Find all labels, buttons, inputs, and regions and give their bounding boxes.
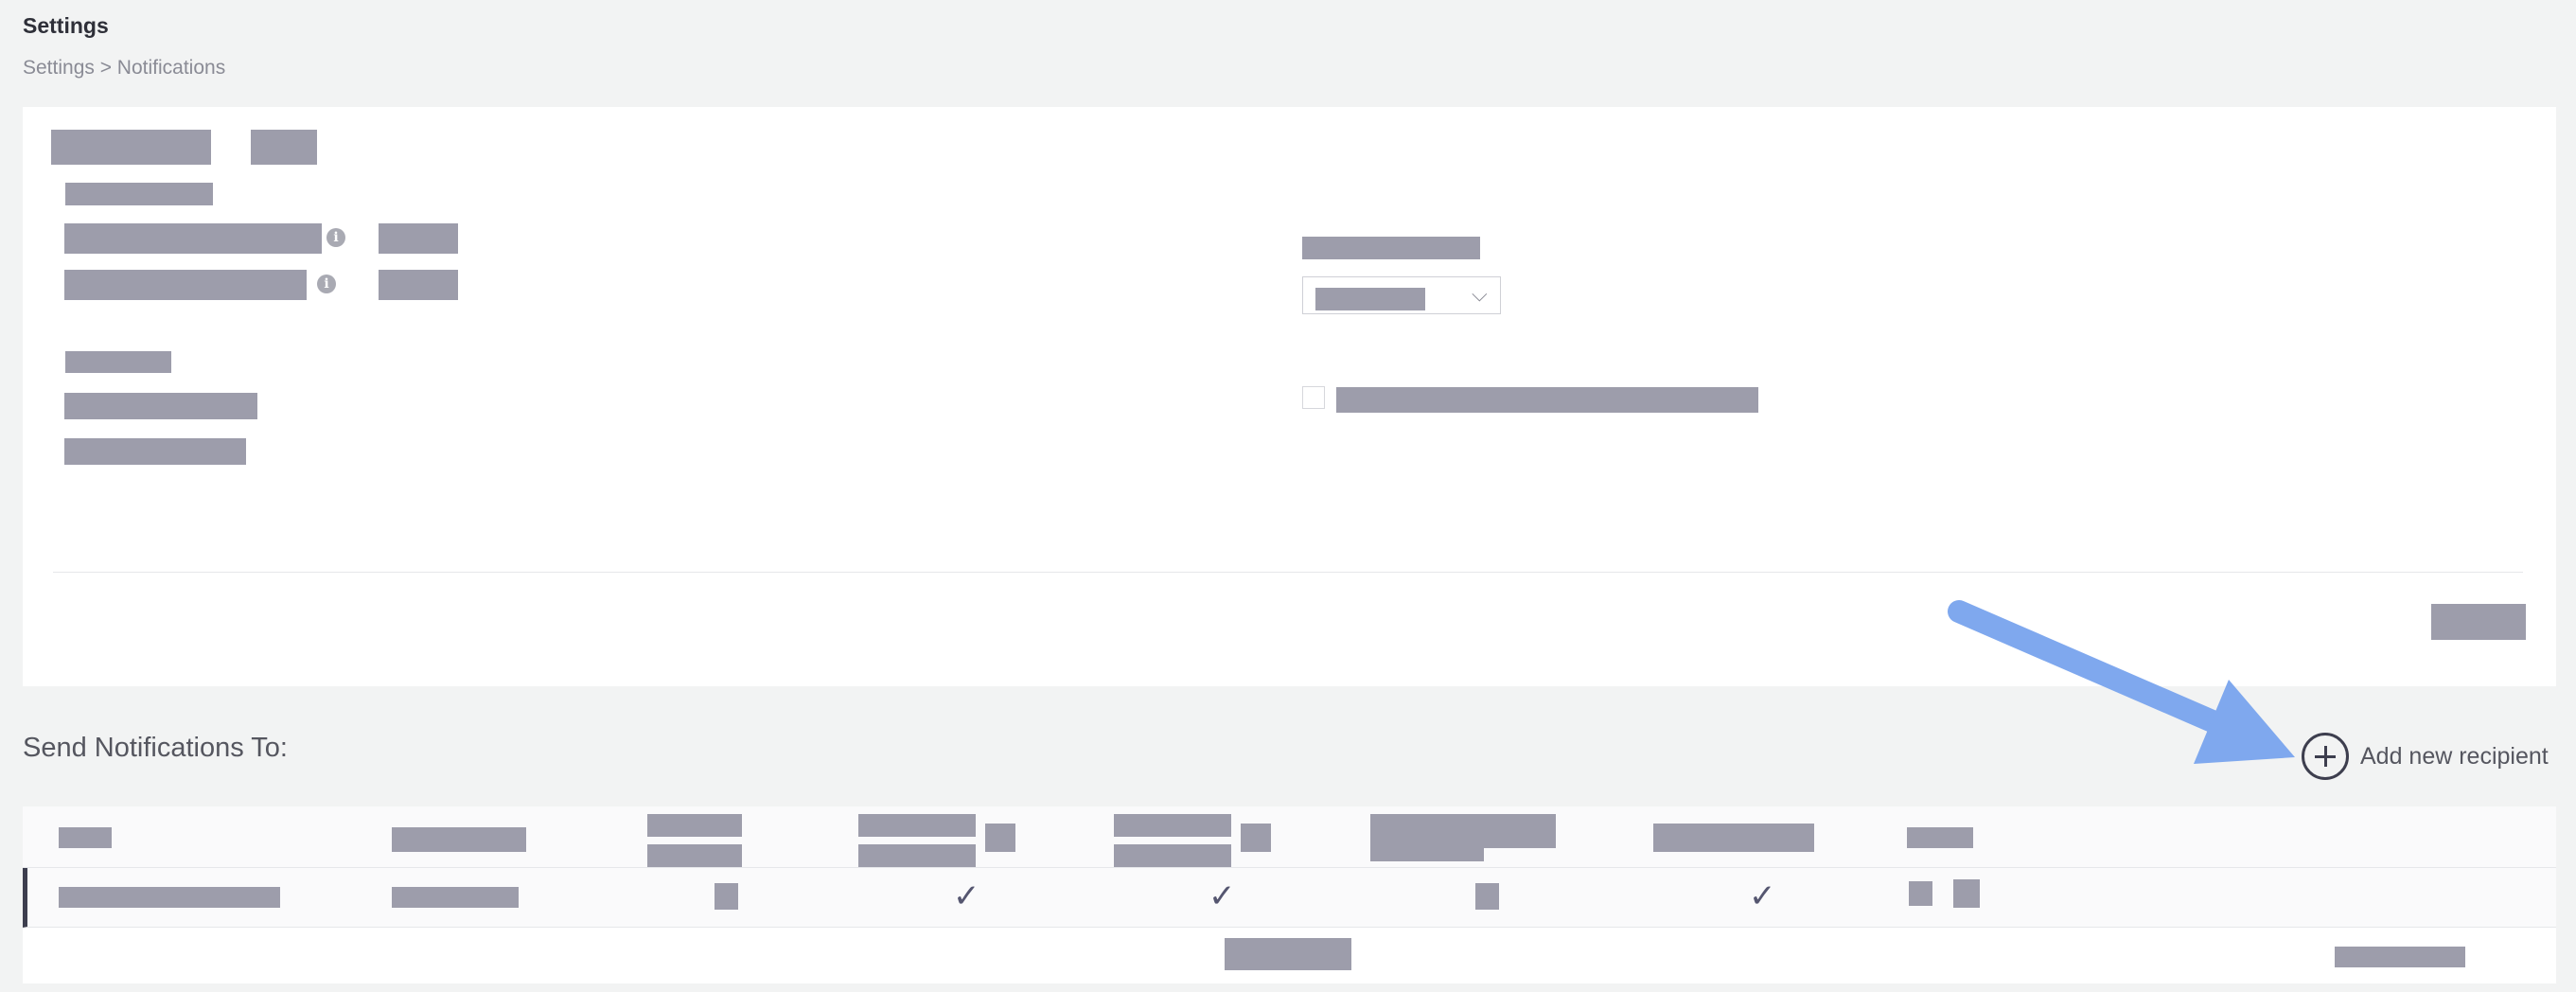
redacted-select-label <box>1302 237 1480 259</box>
column-header[interactable] <box>647 844 742 867</box>
column-header[interactable] <box>1653 824 1814 852</box>
column-header[interactable] <box>1114 814 1231 837</box>
redacted-heading <box>65 183 213 205</box>
redacted-page-size[interactable] <box>2335 947 2465 967</box>
redacted-field-value[interactable] <box>379 223 458 254</box>
redacted-option[interactable] <box>64 393 257 419</box>
page-title: Settings <box>23 13 109 38</box>
recipients-section-title: Send Notifications To: <box>23 733 288 763</box>
redacted-pagination[interactable] <box>1225 938 1351 970</box>
check-icon[interactable]: ✓ <box>1209 877 1236 915</box>
redacted-action-icon[interactable] <box>1909 881 1932 906</box>
breadcrumb[interactable]: Settings > Notifications <box>23 57 225 80</box>
column-header[interactable] <box>392 827 526 852</box>
redacted-action-icon[interactable] <box>1953 879 1980 908</box>
table-footer <box>23 928 2556 983</box>
column-header[interactable] <box>1907 827 1973 848</box>
redacted-checkbox-label <box>1336 387 1758 413</box>
option-checkbox[interactable] <box>1302 386 1325 409</box>
redacted-select-value <box>1315 288 1425 310</box>
add-recipient-label: Add new recipient <box>2360 742 2549 770</box>
divider <box>53 572 2523 573</box>
redacted-field-value[interactable] <box>379 270 458 300</box>
column-header[interactable] <box>59 827 112 848</box>
column-header[interactable] <box>1370 848 1484 861</box>
recipients-table: ✓ ✓ ✓ <box>23 806 2556 983</box>
check-icon[interactable]: ✓ <box>953 877 980 915</box>
redacted-field-label <box>64 223 322 254</box>
redacted-field-label <box>64 270 307 300</box>
column-header[interactable] <box>858 844 976 867</box>
chevron-down-icon: ⌵ <box>1472 282 1488 306</box>
redacted-checkbox[interactable] <box>715 883 738 910</box>
column-header-icon[interactable] <box>985 824 1015 852</box>
add-recipient-button[interactable]: Add new recipient <box>2302 732 2549 781</box>
redacted-heading <box>65 351 171 373</box>
column-header-icon[interactable] <box>1241 824 1271 852</box>
column-header[interactable] <box>647 814 742 837</box>
redacted-option[interactable] <box>64 438 246 465</box>
info-icon[interactable]: i <box>326 228 345 247</box>
redacted-tab[interactable] <box>51 130 211 165</box>
column-header[interactable] <box>1114 844 1231 867</box>
redacted-save-button[interactable] <box>2431 604 2526 640</box>
redacted-tab[interactable] <box>251 130 317 165</box>
column-header[interactable] <box>1370 814 1556 848</box>
plus-circle-icon <box>2302 733 2349 780</box>
redacted-checkbox[interactable] <box>1475 883 1499 910</box>
column-header[interactable] <box>858 814 976 837</box>
settings-card: i i <box>23 107 2556 686</box>
redacted-cell <box>392 887 519 908</box>
redacted-recipient-email <box>59 887 280 908</box>
info-icon[interactable]: i <box>317 275 336 293</box>
table-row[interactable]: ✓ ✓ ✓ <box>23 868 2556 928</box>
table-header <box>23 806 2556 868</box>
check-icon[interactable]: ✓ <box>1749 877 1776 915</box>
